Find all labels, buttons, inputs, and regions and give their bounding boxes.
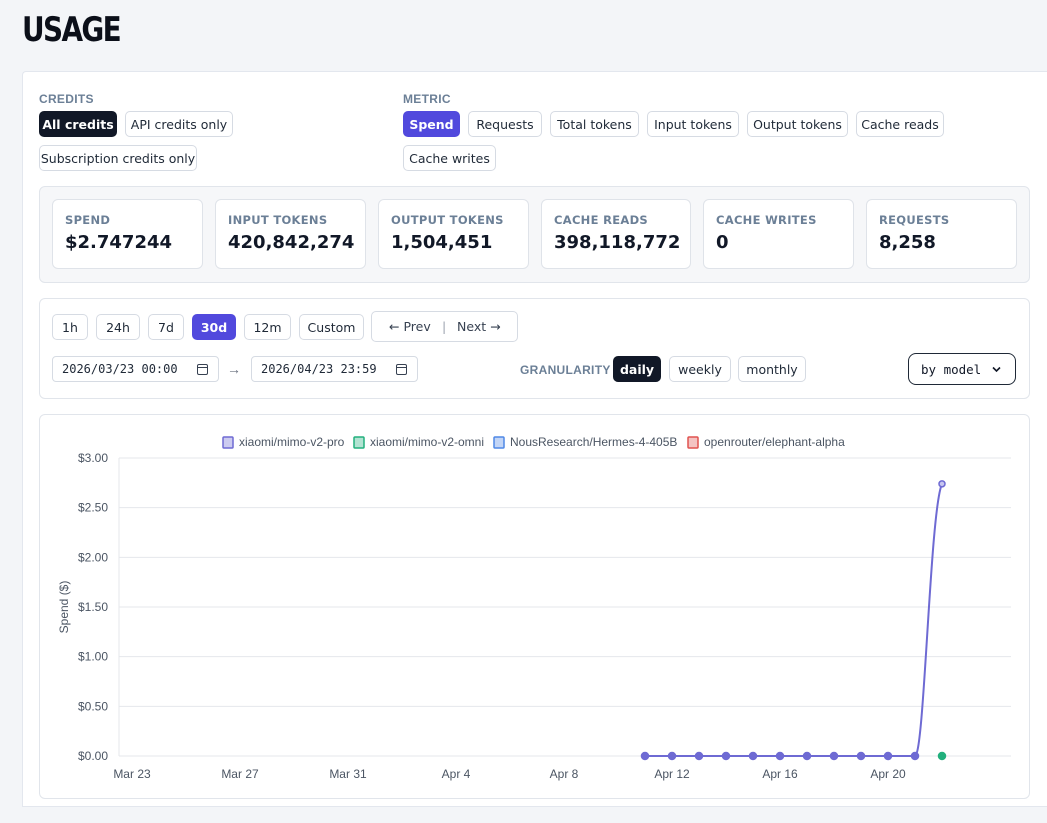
- end-date-input[interactable]: 2026/04/23 23:59: [251, 356, 418, 382]
- y-tick-label: $1.00: [78, 650, 108, 664]
- stat-label: SPEND: [65, 213, 111, 227]
- legend-label: xiaomi/mimo-v2-pro: [239, 435, 345, 449]
- series-line: [645, 483, 943, 757]
- stat-value: 8,258: [879, 232, 936, 253]
- data-point: [640, 751, 650, 761]
- x-tick-label: Apr 12: [654, 767, 690, 781]
- legend-label: openrouter/elephant-alpha: [704, 435, 845, 449]
- prev-next-group: ← Prev | Next →: [371, 311, 518, 342]
- stat-card-spend: SPEND $2.747244: [52, 199, 203, 269]
- next-button[interactable]: Next →: [457, 319, 501, 334]
- data-point: [883, 751, 893, 761]
- stat-value: 420,842,274: [228, 232, 355, 253]
- metric-input-tokens-button[interactable]: Input tokens: [647, 111, 739, 137]
- legend-swatch: [493, 436, 505, 449]
- y-tick-label: $3.00: [78, 451, 108, 465]
- data-point: [856, 751, 866, 761]
- granularity-daily-button[interactable]: daily: [613, 356, 661, 382]
- usage-panel: CREDITS All credits API credits only Sub…: [22, 71, 1047, 807]
- y-tick-label: $0.50: [78, 699, 108, 713]
- group-by-select[interactable]: by model: [908, 353, 1016, 385]
- stat-label: OUTPUT TOKENS: [391, 213, 504, 227]
- prev-button[interactable]: ← Prev: [389, 319, 431, 334]
- calendar-icon[interactable]: [396, 364, 407, 375]
- x-tick-label: Mar 27: [221, 767, 259, 781]
- y-tick-label: $2.00: [78, 550, 108, 564]
- metric-label: METRIC: [403, 92, 451, 106]
- chart-card: $3.00 $2.50 $2.00 $1.50 $1.00 $0.50 $0.00 Mar 2…: [39, 414, 1030, 799]
- page-title: USAGE: [22, 10, 122, 50]
- granularity-label: GRANULARITY: [520, 363, 611, 377]
- data-point: [694, 751, 704, 761]
- x-tick-label: Apr 20: [870, 767, 906, 781]
- legend-label: NousResearch/Hermes-4-405B: [510, 435, 677, 449]
- range-30d-button[interactable]: 30d: [192, 314, 236, 340]
- stat-card-input-tokens: INPUT TOKENS 420,842,274: [215, 199, 366, 269]
- stat-label: CACHE READS: [554, 213, 649, 227]
- range-arrow: →: [227, 361, 241, 377]
- legend-swatch: [353, 436, 365, 449]
- start-date-input[interactable]: 2026/03/23 00:00: [52, 356, 219, 382]
- y-tick-label: $0.00: [78, 749, 108, 763]
- data-point: [667, 751, 677, 761]
- data-point: [910, 751, 920, 761]
- stat-card-cache-writes: CACHE WRITES 0: [703, 199, 854, 269]
- y-tick-label: $1.50: [78, 600, 108, 614]
- metric-output-tokens-button[interactable]: Output tokens: [747, 111, 848, 137]
- data-point: [748, 751, 758, 761]
- credits-label: CREDITS: [39, 92, 94, 106]
- y-axis-label: Spend ($): [57, 581, 71, 634]
- range-1h-button[interactable]: 1h: [52, 314, 88, 340]
- legend-label: xiaomi/mimo-v2-omni: [370, 435, 484, 449]
- metric-spend-button[interactable]: Spend: [403, 111, 460, 137]
- stat-value: 1,504,451: [391, 232, 493, 253]
- metric-requests-button[interactable]: Requests: [468, 111, 542, 137]
- credits-all-button[interactable]: All credits: [39, 111, 117, 137]
- credits-subscription-button[interactable]: Subscription credits only: [39, 145, 197, 171]
- range-24h-button[interactable]: 24h: [96, 314, 140, 340]
- range-12m-button[interactable]: 12m: [244, 314, 291, 340]
- data-point: [937, 751, 947, 761]
- data-point: [721, 751, 731, 761]
- stat-card-cache-reads: CACHE READS 398,118,772: [541, 199, 691, 269]
- legend-swatch: [687, 436, 699, 449]
- x-tick-label: Apr 16: [762, 767, 798, 781]
- metric-cache-reads-button[interactable]: Cache reads: [856, 111, 944, 137]
- group-by-value: by model: [921, 361, 982, 377]
- x-tick-label: Mar 31: [329, 767, 367, 781]
- prev-next-separator: |: [442, 319, 447, 334]
- granularity-monthly-button[interactable]: monthly: [738, 356, 806, 382]
- stat-card-output-tokens: OUTPUT TOKENS 1,504,451: [378, 199, 529, 269]
- stat-card-requests: REQUESTS 8,258: [866, 199, 1017, 269]
- start-date-value: 2026/03/23 00:00: [62, 362, 178, 376]
- metric-cache-writes-button[interactable]: Cache writes: [403, 145, 496, 171]
- chevron-down-icon: [992, 366, 1001, 373]
- stat-value: 0: [716, 232, 729, 253]
- spend-chart: $3.00 $2.50 $2.00 $1.50 $1.00 $0.50 $0.00 Mar 2…: [57, 435, 1011, 781]
- metric-total-tokens-button[interactable]: Total tokens: [550, 111, 639, 137]
- end-date-value: 2026/04/23 23:59: [261, 362, 377, 376]
- stats-row: SPEND $2.747244 INPUT TOKENS 420,842,274…: [39, 186, 1030, 283]
- y-tick-label: $2.50: [78, 501, 108, 515]
- x-tick-label: Apr 4: [442, 767, 471, 781]
- range-custom-button[interactable]: Custom: [299, 314, 364, 340]
- x-tick-label: Apr 8: [550, 767, 579, 781]
- data-point: [938, 480, 946, 488]
- stat-label: CACHE WRITES: [716, 213, 817, 227]
- range-7d-button[interactable]: 7d: [148, 314, 184, 340]
- stat-value: 398,118,772: [554, 232, 681, 253]
- data-point: [829, 751, 839, 761]
- data-point: [775, 751, 785, 761]
- credits-api-button[interactable]: API credits only: [125, 111, 233, 137]
- range-controls: 1h 24h 7d 30d 12m Custom ← Prev | Next →…: [39, 298, 1030, 399]
- granularity-weekly-button[interactable]: weekly: [669, 356, 731, 382]
- stat-label: REQUESTS: [879, 213, 950, 227]
- stat-value: $2.747244: [65, 232, 173, 253]
- stat-label: INPUT TOKENS: [228, 213, 328, 227]
- x-tick-label: Mar 23: [113, 767, 151, 781]
- calendar-icon[interactable]: [197, 364, 208, 375]
- legend-swatch: [222, 436, 234, 449]
- data-point: [802, 751, 812, 761]
